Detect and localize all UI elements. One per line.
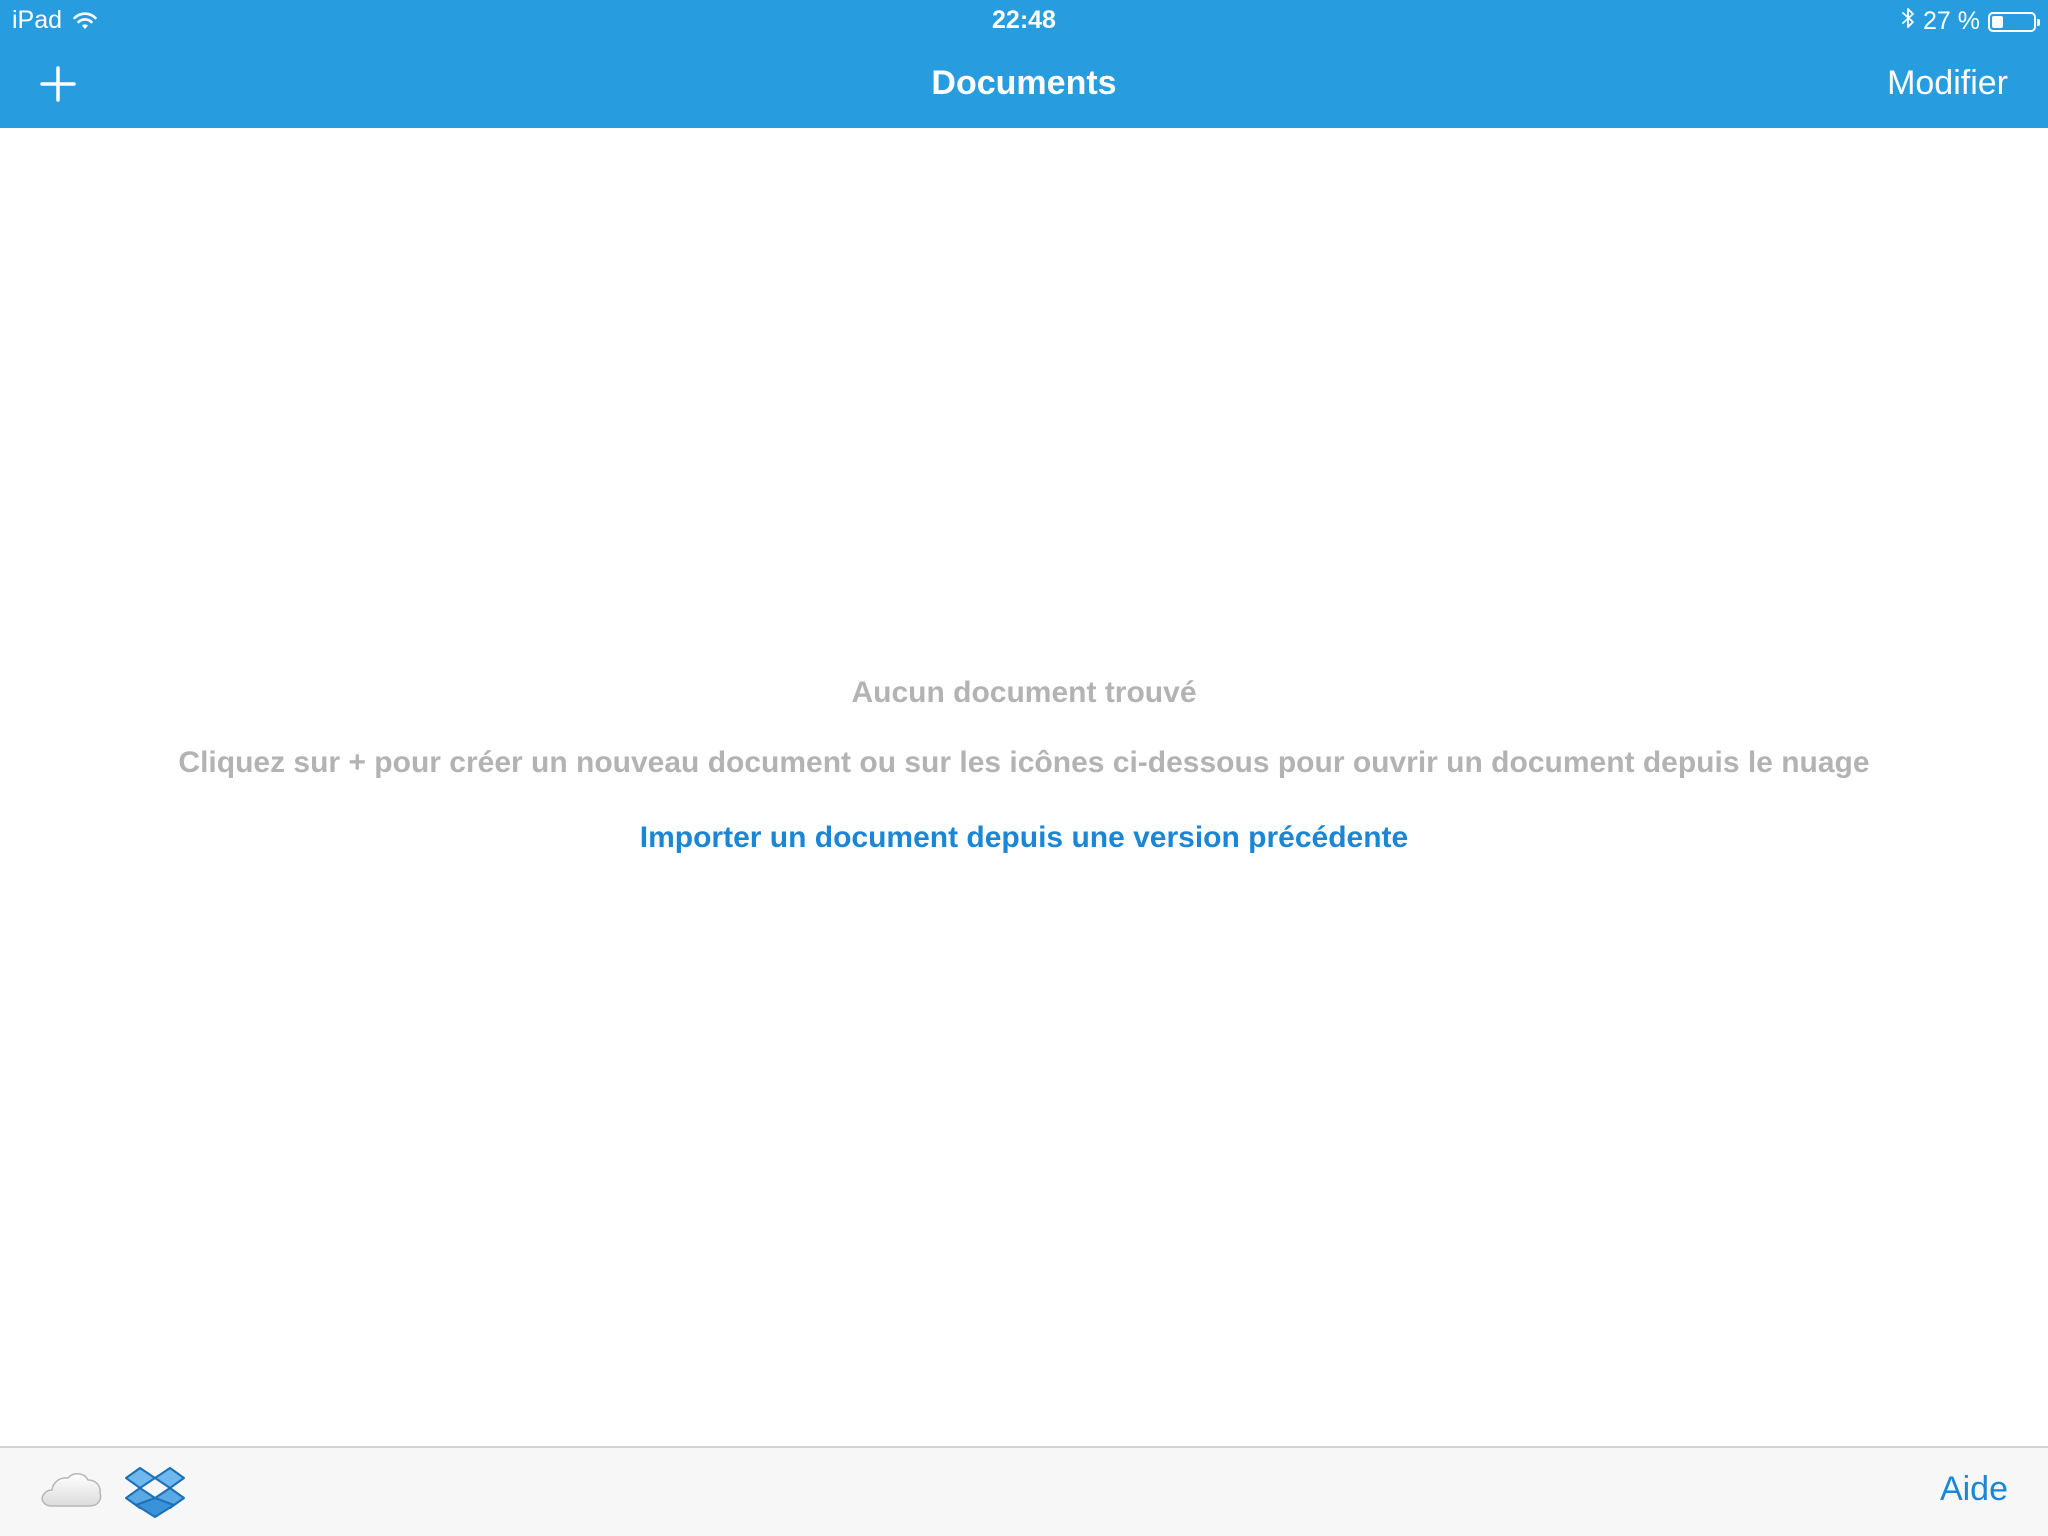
bottom-toolbar: Aide xyxy=(0,1446,2048,1536)
status-right: 27 % xyxy=(1901,6,2040,37)
bluetooth-icon xyxy=(1901,6,1915,37)
battery-level xyxy=(1992,15,2003,28)
empty-state-title: Aucun document trouvé xyxy=(851,676,1197,709)
dropbox-icon xyxy=(125,1467,185,1518)
dropbox-button[interactable] xyxy=(122,1460,188,1525)
battery-percentage: 27 % xyxy=(1923,7,1980,35)
status-bar: iPad 22:48 27 % xyxy=(0,0,2048,40)
status-time: 22:48 xyxy=(992,6,1056,34)
edit-button[interactable]: Modifier xyxy=(1887,64,2008,103)
navigation-bar: Documents Modifier xyxy=(0,40,2048,128)
import-previous-version-link[interactable]: Importer un document depuis une version … xyxy=(0,821,2048,855)
battery-icon xyxy=(1988,11,2040,32)
page-title: Documents xyxy=(931,64,1117,102)
icloud-icon xyxy=(41,1473,102,1507)
empty-state-description: Cliquez sur + pour créer un nouveau docu… xyxy=(178,746,1870,779)
help-button[interactable]: Aide xyxy=(1940,1470,2008,1509)
icloud-button[interactable] xyxy=(38,1468,104,1517)
